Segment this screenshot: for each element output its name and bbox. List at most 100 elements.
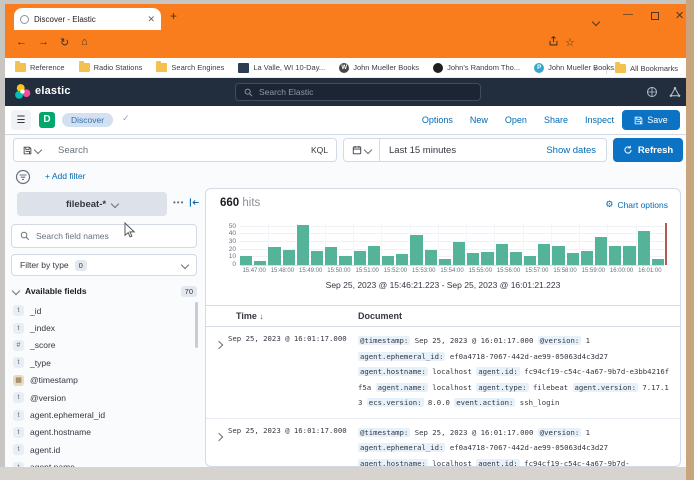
field-item[interactable]: tagent.name: [13, 459, 195, 467]
field-item[interactable]: tagent.id: [13, 441, 195, 458]
histogram-bar[interactable]: [467, 253, 479, 265]
breadcrumb[interactable]: Discover: [62, 113, 113, 127]
show-dates-button[interactable]: Show dates: [546, 145, 606, 156]
elastic-logo-icon[interactable]: [14, 83, 32, 101]
reload-icon[interactable]: ↻: [60, 36, 69, 49]
histogram-bar[interactable]: [524, 256, 536, 265]
space-avatar[interactable]: D: [39, 112, 55, 128]
histogram-bar[interactable]: [368, 246, 380, 265]
field-item[interactable]: #_score: [13, 337, 195, 354]
field-item[interactable]: t@version: [13, 389, 195, 406]
histogram-bar[interactable]: [496, 244, 508, 265]
minimize-button[interactable]: —: [623, 9, 633, 20]
histogram-bar[interactable]: [652, 259, 664, 265]
bookmark-item[interactable]: John's Random Tho...: [433, 63, 520, 73]
share-icon[interactable]: [548, 36, 559, 49]
histogram-bar[interactable]: [382, 256, 394, 265]
nav-action-inspect[interactable]: Inspect: [585, 115, 614, 125]
histogram-bar[interactable]: [623, 246, 635, 265]
table-row[interactable]: Sep 25, 2023 @ 16:01:17.000@timestamp: S…: [206, 327, 680, 419]
field-item[interactable]: t_index: [13, 319, 195, 336]
field-item[interactable]: t_id: [13, 302, 195, 319]
bookmark-star-icon[interactable]: ☆: [565, 36, 575, 49]
histogram-bar[interactable]: [552, 246, 564, 265]
expand-row-chevron-icon[interactable]: [216, 335, 222, 353]
sidebar-scrollbar[interactable]: [195, 302, 198, 348]
histogram-bar[interactable]: [354, 251, 366, 266]
field-item[interactable]: tagent.hostname: [13, 424, 195, 441]
histogram-bar[interactable]: [638, 231, 650, 265]
field-item[interactable]: t_type: [13, 354, 195, 371]
histogram-bar[interactable]: [339, 256, 351, 265]
maximize-button[interactable]: [651, 12, 659, 20]
table-row[interactable]: Sep 25, 2023 @ 16:01:17.000@timestamp: S…: [206, 419, 680, 468]
histogram-bar[interactable]: [268, 247, 280, 265]
field-item[interactable]: tagent.ephemeral_id: [13, 406, 195, 423]
query-search-input[interactable]: Search KQL: [50, 138, 337, 162]
histogram-bar[interactable]: [453, 242, 465, 265]
sidebar-options-icon[interactable]: •••: [173, 198, 184, 207]
nav-action-options[interactable]: Options: [422, 115, 453, 125]
histogram-bar[interactable]: [254, 261, 266, 265]
forward-icon[interactable]: →: [38, 36, 49, 48]
histogram-bar[interactable]: [240, 256, 252, 265]
histogram-bar[interactable]: [581, 251, 593, 265]
time-column-header[interactable]: Time ↓: [236, 311, 263, 321]
refresh-button[interactable]: Refresh: [613, 138, 683, 162]
histogram-bar[interactable]: [283, 250, 295, 265]
new-tab-button[interactable]: +: [170, 9, 177, 23]
date-quick-menu-button[interactable]: [344, 139, 380, 161]
tab-close-icon[interactable]: ✕: [147, 14, 155, 25]
bookmarks-overflow-icon[interactable]: »: [594, 64, 598, 73]
menu-toggle[interactable]: ☰: [11, 110, 31, 130]
histogram-bar[interactable]: [439, 259, 451, 265]
field-search-input[interactable]: Search field names: [11, 224, 197, 248]
available-fields-header[interactable]: Available fields 70: [13, 284, 197, 298]
histogram-bar[interactable]: [410, 235, 422, 265]
histogram-bar[interactable]: [609, 246, 621, 265]
histogram-bar[interactable]: [396, 254, 408, 265]
filter-by-type-select[interactable]: Filter by type 0: [11, 254, 197, 276]
filter-menu-icon[interactable]: [15, 169, 31, 185]
alerts-icon[interactable]: [669, 86, 681, 98]
sort-descending-icon[interactable]: ↓: [259, 312, 263, 321]
expand-row-chevron-icon[interactable]: [216, 427, 222, 445]
nav-action-share[interactable]: Share: [544, 115, 568, 125]
bookmark-item[interactable]: Reference: [15, 63, 65, 73]
bookmark-item[interactable]: La Valle, WI 10-Day...: [238, 63, 325, 73]
histogram-bar[interactable]: [481, 252, 493, 265]
histogram-bar[interactable]: [425, 250, 437, 265]
elastic-brand[interactable]: elastic: [35, 85, 71, 97]
nav-action-open[interactable]: Open: [505, 115, 527, 125]
field-item[interactable]: ▦@timestamp: [13, 372, 195, 389]
saved-query-menu-button[interactable]: [13, 138, 51, 162]
histogram-bar[interactable]: [538, 244, 550, 265]
histogram-bar[interactable]: [595, 237, 607, 265]
time-range-value[interactable]: Last 15 minutes: [380, 145, 546, 156]
number-field-icon: #: [13, 340, 24, 351]
document-column-header[interactable]: Document: [358, 311, 402, 321]
tab-search-chevron-icon[interactable]: [593, 12, 599, 30]
histogram-bar[interactable]: [325, 247, 337, 265]
index-pattern-selector[interactable]: filebeat-*: [17, 192, 167, 216]
query-language-button[interactable]: KQL: [311, 145, 328, 155]
bookmark-item[interactable]: Radio Stations: [79, 63, 143, 73]
histogram-bar[interactable]: [311, 251, 323, 266]
all-bookmarks-button[interactable]: All Bookmarks: [615, 64, 678, 73]
home-icon[interactable]: ⌂: [81, 36, 88, 48]
add-filter-button[interactable]: + Add filter: [45, 171, 85, 181]
globe-icon[interactable]: [646, 86, 658, 98]
global-search-input[interactable]: Search Elastic: [235, 83, 481, 101]
bookmark-item[interactable]: Search Engines: [156, 63, 224, 73]
chart-options-button[interactable]: ⚙ Chart options: [605, 199, 668, 210]
nav-action-new[interactable]: New: [470, 115, 488, 125]
bookmark-item[interactable]: WJohn Mueller Books: [339, 63, 419, 73]
collapse-sidebar-icon[interactable]: [189, 197, 200, 208]
back-icon[interactable]: ←: [16, 36, 27, 48]
histogram-bar[interactable]: [510, 252, 522, 265]
histogram-bar[interactable]: [567, 253, 579, 265]
histogram-bar[interactable]: [297, 225, 309, 265]
save-button[interactable]: Save: [622, 110, 680, 130]
close-window-button[interactable]: ✕: [675, 9, 684, 22]
browser-tab[interactable]: Discover - Elastic ✕: [14, 8, 161, 30]
